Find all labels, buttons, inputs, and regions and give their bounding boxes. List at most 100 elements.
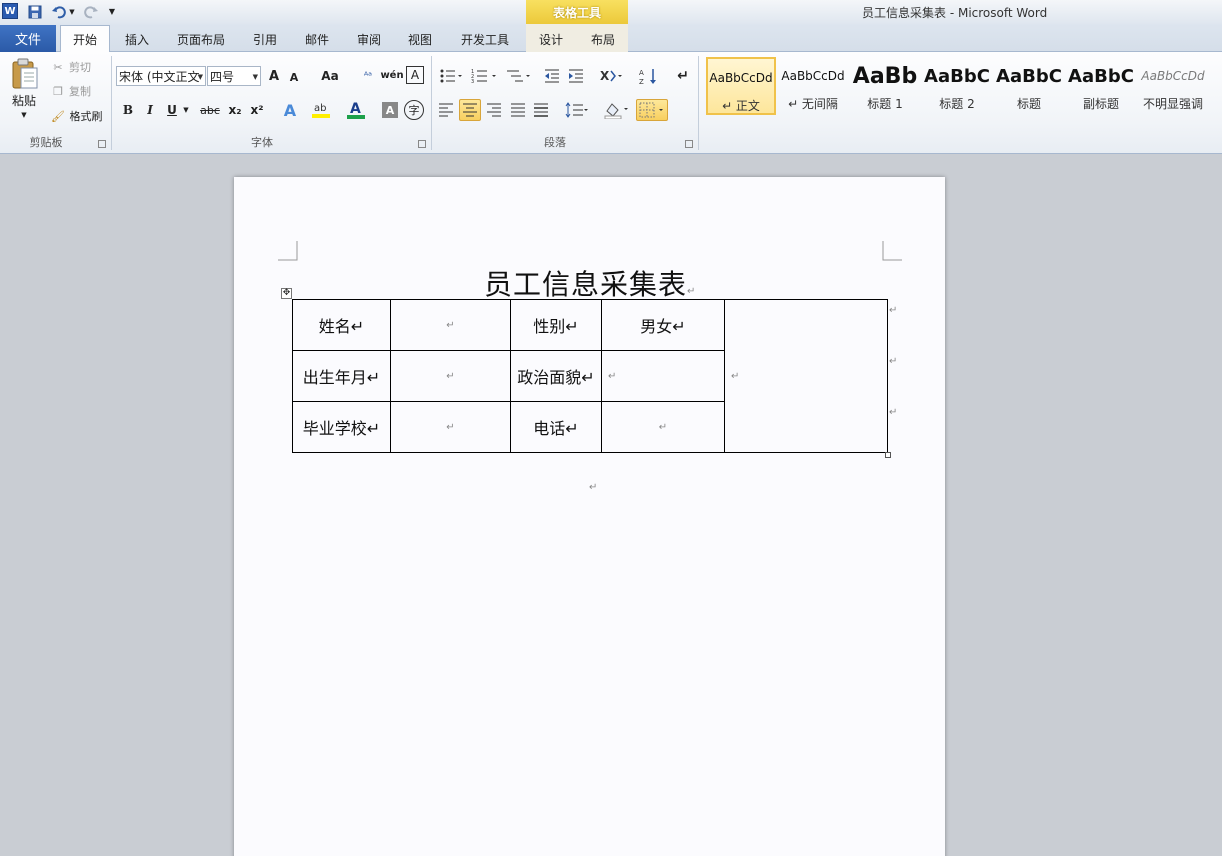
style-title-label: 标题 [1016,97,1041,111]
tab-developer[interactable]: 开发工具 [450,26,520,52]
style-subtle-emphasis-sample: AaBbCcDd [1141,69,1205,83]
multilevel-list-icon[interactable] [504,66,534,86]
font-launcher-icon[interactable] [418,140,426,148]
cut-button[interactable]: 剪切 [66,59,94,75]
style-no-spacing-sample: AaBbCcDd [781,69,845,83]
style-heading-1[interactable]: AaBb 标题 1 [850,57,920,115]
undo-dropdown-icon[interactable]: ▼ [68,3,76,20]
shading-icon[interactable] [602,100,630,120]
copy-button[interactable]: 复制 [66,83,94,99]
svg-text:A: A [350,101,361,117]
save-icon[interactable] [26,3,44,20]
table-cell[interactable]: ↵ [390,401,511,453]
crop-mark-top-left [278,241,298,261]
show-marks-icon[interactable]: ↵ [674,66,692,86]
underline-button[interactable]: U [164,100,180,120]
sort-icon[interactable]: AZ [638,66,660,86]
table-cell[interactable]: 毕业学校↵ [292,401,391,453]
align-left-icon[interactable] [436,100,456,120]
style-subtle-emphasis[interactable]: AaBbCcDd 不明显强调 [1138,57,1208,115]
document-workspace[interactable]: 员工信息采集表↵ ✥ 姓名↵ ↵ 性别↵ 男女↵ ↵ 出生年月↵ ↵ 政治面貌↵… [0,155,1222,856]
clear-formatting-icon[interactable]: ᴬᵃ [358,66,378,86]
bold-button[interactable]: B [120,100,136,120]
ribbon-tab-bar: 文件 开始 插入 页面布局 引用 邮件 审阅 视图 开发工具 设计 布局 [0,24,1222,52]
tab-page-layout[interactable]: 页面布局 [168,26,234,52]
style-title[interactable]: AaBbC 标题 [994,57,1064,115]
row-end-mark: ↵ [889,356,898,367]
paste-button[interactable]: 粘贴 [6,92,42,108]
font-name-combo[interactable]: 宋体 (中文正文 ▼ [116,66,206,86]
phonetic-guide-icon[interactable]: wén [380,64,403,86]
line-spacing-icon[interactable] [564,100,590,120]
table-move-handle-icon[interactable]: ✥ [281,288,292,299]
table-cell[interactable]: 姓名↵ [292,299,391,351]
paragraph-group-label: 段落 [544,136,566,149]
tab-review[interactable]: 审阅 [347,26,391,52]
table-cell[interactable]: ↵ [601,350,725,402]
paste-icon[interactable] [10,58,40,92]
tab-view[interactable]: 视图 [398,26,442,52]
tab-file[interactable]: 文件 [0,25,56,52]
align-right-icon[interactable] [484,100,504,120]
justify-icon[interactable] [508,100,528,120]
clipboard-launcher-icon[interactable] [98,140,106,148]
document-title[interactable]: 员工信息采集表↵ [484,263,696,303]
numbering-icon[interactable]: 123 [470,66,500,86]
highlight-color-icon[interactable]: ab [310,100,332,120]
table-cell[interactable]: ↵ [601,401,725,453]
underline-dropdown-icon[interactable]: ▼ [182,102,190,118]
table-cell[interactable]: 电话↵ [510,401,602,453]
row-end-mark: ↵ [889,407,898,418]
table-cell[interactable]: ↵ [390,299,511,351]
photo-cell[interactable]: ↵ [724,299,888,453]
character-shading-icon[interactable]: A [382,102,398,118]
chinese-layout-icon[interactable]: X [598,66,626,86]
table-resize-handle[interactable] [885,452,891,458]
distributed-align-icon[interactable] [531,100,551,120]
font-color-icon[interactable]: A [346,100,366,120]
change-case-button[interactable]: Aa [318,66,342,86]
style-heading-2[interactable]: AaBbC 标题 2 [922,57,992,115]
employee-info-table[interactable]: 姓名↵ ↵ 性别↵ 男女↵ ↵ 出生年月↵ ↵ 政治面貌↵ ↵ 毕业学校↵ ↵ … [292,299,888,453]
character-border-icon[interactable]: A [406,66,424,84]
bullets-icon[interactable] [438,66,464,86]
undo-icon[interactable] [50,3,68,20]
decrease-indent-icon[interactable] [542,66,562,86]
shrink-font-button[interactable]: A [286,68,302,86]
table-cell[interactable]: 出生年月↵ [292,350,391,402]
superscript-button[interactable]: x² [248,100,266,120]
subscript-button[interactable]: x₂ [226,100,244,120]
grow-font-button[interactable]: A [266,66,282,86]
table-cell[interactable]: ↵ [390,350,511,402]
paste-dropdown-icon[interactable]: ▼ [18,110,30,120]
paragraph-mark: ↵ [687,286,697,297]
enclose-characters-icon[interactable]: 字 [404,100,424,120]
group-divider [698,56,699,150]
style-subtitle[interactable]: AaBbC 副标题 [1066,57,1136,115]
style-no-spacing[interactable]: AaBbCcDd ↵ 无间隔 [778,57,848,115]
align-center-icon[interactable] [459,99,481,121]
strikethrough-button[interactable]: abc [198,100,222,120]
tab-insert[interactable]: 插入 [114,26,160,52]
customize-toolbar-icon[interactable]: ▼ [106,3,118,20]
table-cell[interactable]: 性别↵ [510,299,602,351]
font-size-combo[interactable]: 四号 ▼ [207,66,261,86]
table-cell[interactable]: 政治面貌↵ [510,350,602,402]
format-painter-button[interactable]: 格式刷 [66,108,106,124]
word-app-icon[interactable]: W [2,3,18,19]
paragraph-mark: ↵ [589,482,598,493]
tab-table-layout[interactable]: 布局 [582,26,624,52]
tab-references[interactable]: 引用 [243,26,287,52]
italic-button[interactable]: I [142,100,158,120]
text-effects-icon[interactable]: A [280,100,300,120]
paragraph-launcher-icon[interactable] [685,140,693,148]
tab-home[interactable]: 开始 [60,25,110,52]
tab-table-design[interactable]: 设计 [530,26,572,52]
increase-indent-icon[interactable] [566,66,586,86]
redo-icon[interactable] [82,3,100,20]
document-page[interactable]: 员工信息采集表↵ ✥ 姓名↵ ↵ 性别↵ 男女↵ ↵ 出生年月↵ ↵ 政治面貌↵… [234,177,945,856]
table-cell[interactable]: 男女↵ [601,299,725,351]
style-normal[interactable]: AaBbCcDd ↵ 正文 [706,57,776,115]
borders-icon[interactable] [636,99,668,121]
tab-mailings[interactable]: 邮件 [295,26,339,52]
